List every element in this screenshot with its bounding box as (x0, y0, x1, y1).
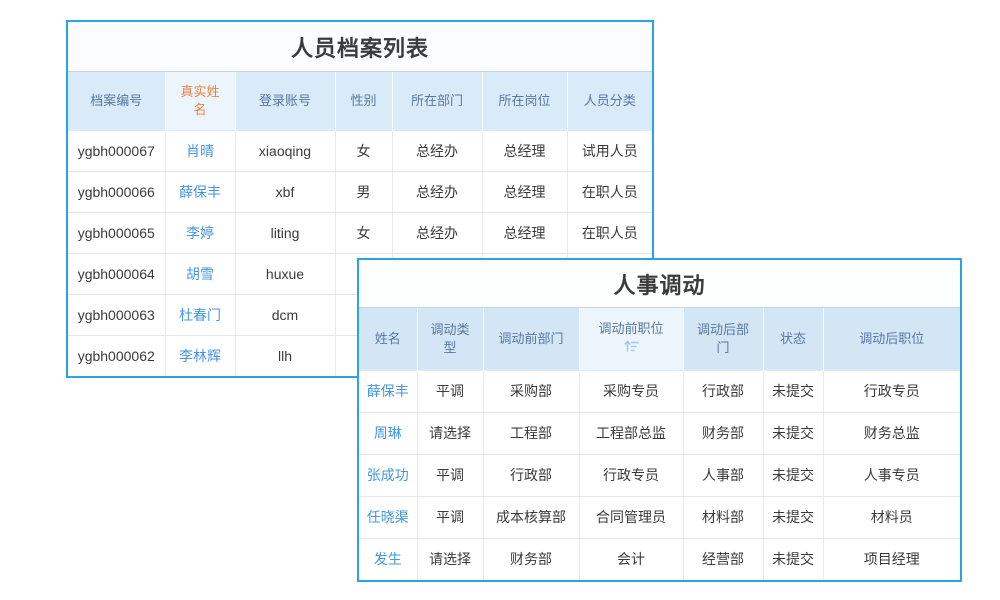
table-cell: 在职人员 (567, 171, 652, 212)
table-cell: 财务部 (683, 412, 763, 454)
transfer-type-cell[interactable]: 平调 (417, 370, 483, 412)
table-cell: 经营部 (683, 538, 763, 580)
person-name-link[interactable]: 任晓渠 (359, 496, 417, 538)
table-cell: 男 (335, 171, 392, 212)
col-header-staff-category[interactable]: 人员分类 (567, 72, 652, 130)
person-name-link[interactable]: 胡雪 (165, 253, 235, 294)
table-cell: 未提交 (763, 454, 823, 496)
table-cell: 行政专员 (823, 370, 960, 412)
person-name-link[interactable]: 薛保丰 (359, 370, 417, 412)
table-cell: 行政部 (683, 370, 763, 412)
person-name-link[interactable]: 李林辉 (165, 335, 235, 376)
table-row: 张成功平调行政部行政专员人事部未提交人事专员 (359, 454, 960, 496)
table-cell: ygbh000067 (68, 130, 165, 171)
table-cell: ygbh000063 (68, 294, 165, 335)
sort-amount-icon[interactable] (624, 340, 639, 358)
col-header-name[interactable]: 姓名 (359, 308, 417, 370)
col-header-position-after[interactable]: 调动后职位 (823, 308, 960, 370)
transfer-type-cell[interactable]: 平调 (417, 454, 483, 496)
transfer-panel-title: 人事调动 (359, 260, 960, 308)
table-cell: 总经办 (392, 171, 482, 212)
table-cell: 在职人员 (567, 212, 652, 253)
person-name-link[interactable]: 李婷 (165, 212, 235, 253)
table-row: 发生请选择财务部会计经营部未提交项目经理 (359, 538, 960, 580)
table-cell: 人事部 (683, 454, 763, 496)
table-row: 任晓渠平调成本核算部合同管理员材料部未提交材料员 (359, 496, 960, 538)
col-header-status[interactable]: 状态 (763, 308, 823, 370)
table-cell: xiaoqing (235, 130, 335, 171)
table-cell: 总经理 (482, 212, 567, 253)
person-name-link[interactable]: 张成功 (359, 454, 417, 496)
transfer-type-cell[interactable]: 平调 (417, 496, 483, 538)
table-cell: 工程部总监 (579, 412, 683, 454)
transfer-type-cell[interactable]: 请选择 (417, 538, 483, 580)
transfer-panel: 人事调动 姓名 调动类型 调动前部门 调动前职位 (357, 258, 962, 582)
transfer-table-body: 薛保丰平调采购部采购专员行政部未提交行政专员周琳请选择工程部工程部总监财务部未提… (359, 370, 960, 580)
table-cell: 人事专员 (823, 454, 960, 496)
transfer-header-row: 姓名 调动类型 调动前部门 调动前职位 (359, 308, 960, 370)
table-cell: 总经理 (482, 171, 567, 212)
col-header-dept-before[interactable]: 调动前部门 (483, 308, 579, 370)
table-cell: 未提交 (763, 496, 823, 538)
table-cell: 材料部 (683, 496, 763, 538)
table-cell: ygbh000066 (68, 171, 165, 212)
table-cell: 合同管理员 (579, 496, 683, 538)
table-cell: 材料员 (823, 496, 960, 538)
table-cell: 总经办 (392, 212, 482, 253)
table-cell: ygbh000065 (68, 212, 165, 253)
table-cell: huxue (235, 253, 335, 294)
table-cell: 总经理 (482, 130, 567, 171)
table-cell: 工程部 (483, 412, 579, 454)
table-cell: 项目经理 (823, 538, 960, 580)
table-cell: 总经办 (392, 130, 482, 171)
table-cell: 行政专员 (579, 454, 683, 496)
archive-header-row: 档案编号 真实姓名 登录账号 性别 所在部门 所在岗位 人员分类 (68, 72, 652, 130)
col-header-department[interactable]: 所在部门 (392, 72, 482, 130)
col-header-position[interactable]: 所在岗位 (482, 72, 567, 130)
table-cell: 财务部 (483, 538, 579, 580)
table-cell: llh (235, 335, 335, 376)
table-cell: liting (235, 212, 335, 253)
table-row: ygbh000067肖晴xiaoqing女总经办总经理试用人员 (68, 130, 652, 171)
col-header-login-account[interactable]: 登录账号 (235, 72, 335, 130)
col-header-real-name[interactable]: 真实姓名 (165, 72, 235, 130)
table-cell: 行政部 (483, 454, 579, 496)
person-name-link[interactable]: 薛保丰 (165, 171, 235, 212)
person-name-link[interactable]: 周琳 (359, 412, 417, 454)
table-cell: xbf (235, 171, 335, 212)
table-cell: ygbh000062 (68, 335, 165, 376)
table-row: 薛保丰平调采购部采购专员行政部未提交行政专员 (359, 370, 960, 412)
table-cell: 试用人员 (567, 130, 652, 171)
table-cell: 采购部 (483, 370, 579, 412)
table-cell: 会计 (579, 538, 683, 580)
table-cell: 未提交 (763, 370, 823, 412)
col-header-position-before-label: 调动前职位 (598, 320, 663, 338)
table-cell: 采购专员 (579, 370, 683, 412)
col-header-position-before[interactable]: 调动前职位 (579, 308, 683, 370)
transfer-table: 姓名 调动类型 调动前部门 调动前职位 (359, 308, 960, 580)
col-header-gender[interactable]: 性别 (335, 72, 392, 130)
col-header-dept-after[interactable]: 调动后部门 (683, 308, 763, 370)
table-cell: 成本核算部 (483, 496, 579, 538)
archive-panel-title: 人员档案列表 (68, 22, 652, 72)
person-name-link[interactable]: 肖晴 (165, 130, 235, 171)
table-cell: ygbh000064 (68, 253, 165, 294)
person-name-link[interactable]: 杜春门 (165, 294, 235, 335)
table-cell: 未提交 (763, 538, 823, 580)
table-cell: 女 (335, 130, 392, 171)
person-name-link[interactable]: 发生 (359, 538, 417, 580)
table-cell: 财务总监 (823, 412, 960, 454)
col-header-transfer-type[interactable]: 调动类型 (417, 308, 483, 370)
table-cell: 女 (335, 212, 392, 253)
table-row: ygbh000066薛保丰xbf男总经办总经理在职人员 (68, 171, 652, 212)
table-cell: dcm (235, 294, 335, 335)
table-row: 周琳请选择工程部工程部总监财务部未提交财务总监 (359, 412, 960, 454)
table-row: ygbh000065李婷liting女总经办总经理在职人员 (68, 212, 652, 253)
table-cell: 未提交 (763, 412, 823, 454)
transfer-type-cell[interactable]: 请选择 (417, 412, 483, 454)
col-header-archive-no[interactable]: 档案编号 (68, 72, 165, 130)
